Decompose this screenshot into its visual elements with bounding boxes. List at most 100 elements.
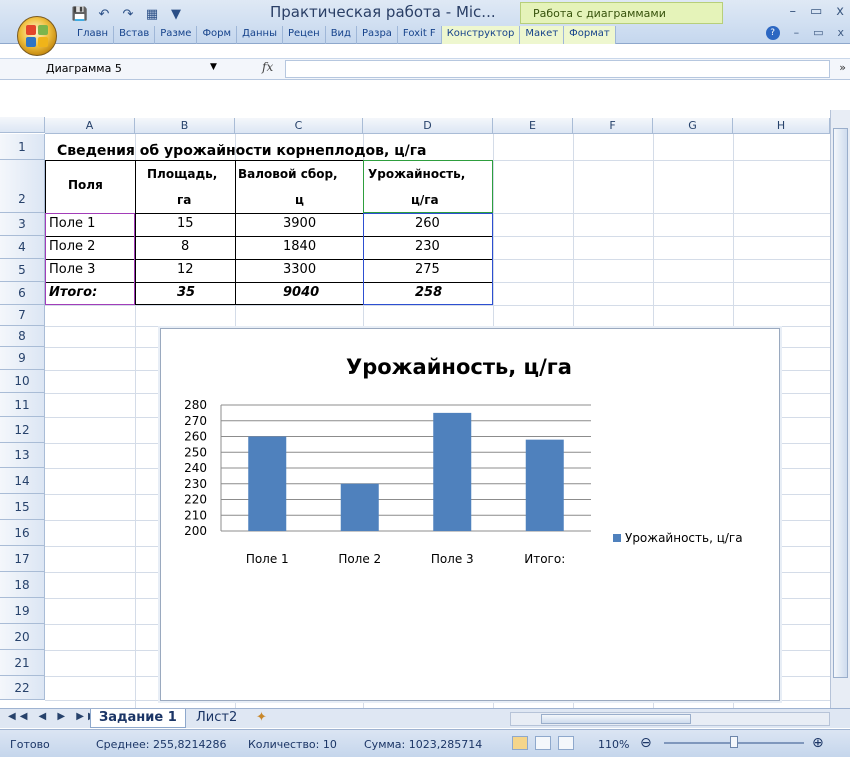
tab-format[interactable]: Формат — [564, 26, 616, 44]
y-tick-label: 210 — [184, 508, 207, 522]
row-header[interactable]: 7 — [0, 305, 45, 326]
tab-view[interactable]: Вид — [326, 26, 357, 44]
row-header[interactable]: 17 — [0, 546, 45, 572]
help-icon[interactable]: ? — [765, 26, 780, 40]
row-header[interactable]: 18 — [0, 572, 45, 598]
row-header[interactable]: 6 — [0, 282, 45, 305]
ribbon-restore-button[interactable]: ▭ — [813, 26, 823, 40]
column-header[interactable]: G — [653, 118, 733, 134]
row-header[interactable]: 9 — [0, 347, 45, 370]
maximize-button[interactable]: ▭ — [810, 4, 822, 19]
close-button[interactable]: x — [836, 4, 844, 19]
row-header[interactable]: 12 — [0, 417, 45, 443]
row-header[interactable]: 19 — [0, 598, 45, 624]
status-count: Количество: 10 — [248, 738, 337, 751]
chart-plot-area[interactable]: 200210220230240250260270280Поле 1 Поле 2П… — [161, 329, 781, 702]
y-tick-label: 220 — [184, 493, 207, 507]
formula-input[interactable] — [285, 60, 830, 78]
tab-design[interactable]: Конструктор — [441, 26, 521, 44]
zoom-slider-thumb[interactable] — [730, 736, 738, 748]
sheet-title[interactable]: Сведения об урожайности корнеплодов, ц/г… — [57, 143, 426, 159]
office-logo-icon — [26, 25, 48, 47]
column-header[interactable]: E — [493, 118, 573, 134]
window-controls: – ▭ x — [790, 4, 845, 19]
chart-bar[interactable] — [340, 483, 379, 531]
page-layout-view-button[interactable] — [535, 736, 551, 750]
row-header[interactable]: 8 — [0, 326, 45, 347]
tab-review[interactable]: Рецен — [283, 26, 326, 44]
sheet-tab-task1[interactable]: Задание 1 — [90, 709, 186, 728]
tab-data[interactable]: Данны — [237, 26, 283, 44]
sheet-tab-bar: ◀◀ ◀ ▶ ▶▶ Задание 1 Лист2 ✦ — [0, 708, 850, 728]
tab-page-layout[interactable]: Разме — [155, 26, 198, 44]
column-header[interactable]: B — [135, 118, 235, 134]
redo-icon[interactable]: ↷ — [120, 6, 136, 22]
zoom-out-button[interactable]: ⊖ — [640, 735, 652, 751]
column-header[interactable]: A — [45, 118, 135, 134]
chart-bar[interactable] — [433, 412, 472, 531]
ribbon-window-controls: ? – ▭ x — [765, 26, 844, 40]
office-button[interactable] — [17, 16, 57, 56]
row-header[interactable]: 1 — [0, 134, 45, 160]
chevron-down-icon[interactable]: ▼ — [210, 62, 217, 72]
y-tick-label: 230 — [184, 477, 207, 491]
chart-legend[interactable]: Урожайность, ц/га — [613, 531, 743, 545]
chart-bar[interactable] — [248, 436, 287, 532]
context-tab-chart-tools: Работа с диаграммами — [520, 2, 723, 24]
row-header[interactable]: 10 — [0, 370, 45, 393]
row-header[interactable]: 22 — [0, 676, 45, 700]
tab-insert[interactable]: Встав — [114, 26, 156, 44]
sheet-tab-sheet2[interactable]: Лист2 — [188, 709, 245, 728]
column-header[interactable]: C — [235, 118, 363, 134]
grid-hline — [45, 305, 830, 306]
horizontal-scrollbar[interactable] — [510, 712, 830, 726]
ribbon-minimize-button[interactable]: – — [794, 26, 800, 40]
row-header[interactable]: 14 — [0, 468, 45, 494]
chart-object[interactable]: Урожайность, ц/га 200 210 220 230 240 250 260 2… — [160, 328, 780, 701]
tab-developer[interactable]: Разра — [357, 26, 398, 44]
x-tick-label: Поле 1 — [246, 552, 289, 566]
save-icon[interactable]: 💾 — [72, 6, 88, 22]
select-all-corner[interactable] — [0, 117, 45, 133]
row-header[interactable]: 20 — [0, 624, 45, 650]
row-header[interactable]: 21 — [0, 650, 45, 676]
selection-range-values — [363, 213, 493, 305]
row-header[interactable]: 3 — [0, 213, 45, 236]
row-header[interactable]: 5 — [0, 259, 45, 282]
column-header[interactable]: H — [733, 118, 830, 134]
tab-home[interactable]: Главн — [72, 26, 115, 44]
undo-icon[interactable]: ↶ — [96, 6, 112, 22]
horizontal-scroll-thumb[interactable] — [541, 714, 691, 724]
status-sum: Сумма: 1023,285714 — [364, 738, 483, 751]
tab-foxit[interactable]: Foxit F — [398, 26, 442, 44]
row-header[interactable]: 4 — [0, 236, 45, 259]
insert-sheet-icon[interactable]: ✦ — [248, 709, 275, 728]
minimize-button[interactable]: – — [790, 4, 797, 19]
ribbon-tabs: Главн Встав Разме Форм Данны Рецен Вид Р… — [72, 26, 616, 44]
fx-icon[interactable]: fx — [262, 60, 273, 74]
legend-label: Урожайность, ц/га — [625, 531, 743, 545]
sheet-nav-arrows[interactable]: ◀◀ ◀ ▶ ▶▶ — [8, 711, 100, 722]
column-header[interactable]: F — [573, 118, 653, 134]
normal-view-button[interactable] — [512, 736, 528, 750]
row-header[interactable]: 13 — [0, 443, 45, 468]
chart-bar[interactable] — [525, 439, 564, 531]
row-header[interactable]: 2 — [0, 160, 45, 213]
vertical-scrollbar[interactable] — [830, 110, 850, 708]
column-header[interactable]: D — [363, 118, 493, 134]
x-tick-label: Поле 2 — [338, 552, 381, 566]
row-header[interactable]: 11 — [0, 393, 45, 417]
page-break-view-button[interactable] — [558, 736, 574, 750]
tab-layout[interactable]: Макет — [520, 26, 565, 44]
customize-icon[interactable]: ▼ — [168, 6, 184, 22]
name-box[interactable]: Диаграмма 5 — [44, 61, 204, 78]
expand-formula-icon[interactable]: » — [839, 61, 846, 74]
row-header[interactable]: 15 — [0, 494, 45, 520]
ribbon-close-button[interactable]: x — [837, 26, 844, 40]
row-header[interactable]: 16 — [0, 520, 45, 546]
tab-formulas[interactable]: Форм — [197, 26, 238, 44]
zoom-level[interactable]: 110% — [598, 738, 629, 751]
table-icon[interactable]: ▦ — [144, 6, 160, 22]
vertical-scroll-thumb[interactable] — [833, 128, 848, 678]
zoom-in-button[interactable]: ⊕ — [812, 735, 824, 751]
